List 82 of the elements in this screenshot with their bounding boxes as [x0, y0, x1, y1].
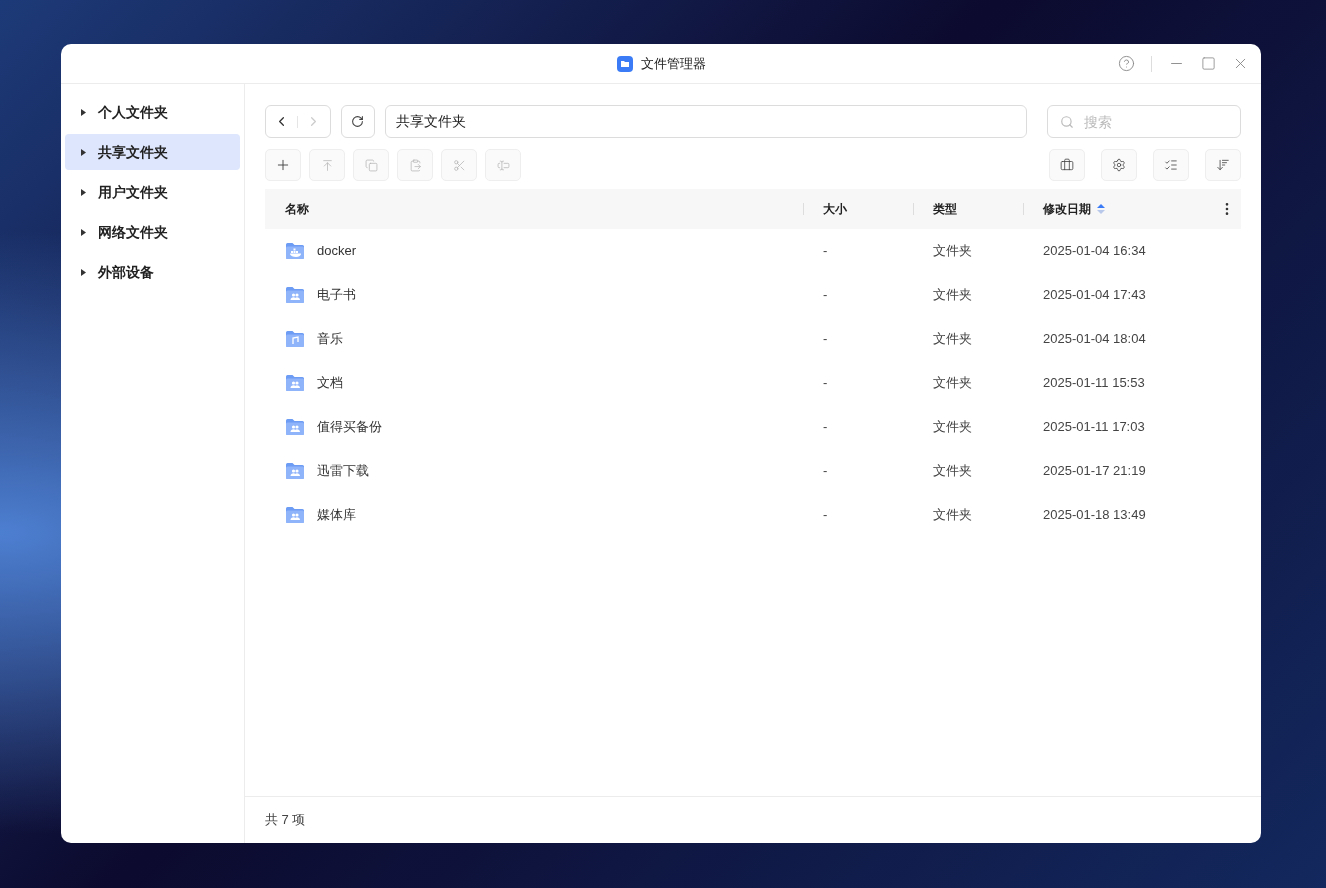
folder-icon — [285, 417, 305, 437]
toolbox-button[interactable] — [1049, 149, 1085, 181]
file-size: - — [823, 287, 828, 303]
settings-icon — [1112, 158, 1126, 172]
expand-caret-icon[interactable] — [81, 268, 86, 276]
file-row[interactable]: 文档 - 文件夹 2025-01-11 15:53 — [265, 361, 1241, 405]
modified-date: 2025-01-04 17:43 — [1043, 287, 1146, 303]
item-count: 共 7 项 — [265, 811, 306, 830]
modified-date: 2025-01-11 15:53 — [1043, 375, 1145, 391]
column-header[interactable]: 大小 — [823, 200, 847, 218]
file-type: 文件夹 — [933, 243, 972, 259]
file-name: 电子书 — [317, 286, 356, 305]
folder-icon — [285, 505, 305, 525]
file-type: 文件夹 — [933, 287, 972, 303]
file-row[interactable]: 电子书 - 文件夹 2025-01-04 17:43 — [265, 273, 1241, 317]
scissors-icon — [452, 158, 466, 172]
modified-date: 2025-01-04 16:34 — [1043, 243, 1146, 259]
plus-icon — [275, 157, 291, 173]
file-row[interactable]: 媒体库 - 文件夹 2025-01-18 13:49 — [265, 493, 1241, 537]
modified-date: 2025-01-11 17:03 — [1043, 419, 1145, 435]
file-row[interactable]: 迅雷下载 - 文件夹 2025-01-17 21:19 — [265, 449, 1241, 493]
sidebar-item[interactable]: 共享文件夹 — [65, 134, 240, 170]
app-folder-icon — [616, 55, 633, 72]
folder-icon — [285, 329, 305, 349]
expand-caret-icon[interactable] — [81, 188, 86, 196]
folder-icon — [285, 461, 305, 481]
paste-icon — [408, 158, 422, 172]
folder-icon — [285, 285, 305, 305]
sort-button[interactable] — [1205, 149, 1241, 181]
file-type: 文件夹 — [933, 463, 972, 479]
sort-ascending-icon[interactable] — [1097, 204, 1105, 214]
view-button[interactable] — [1153, 149, 1189, 181]
modified-date: 2025-01-04 18:04 — [1043, 331, 1146, 347]
expand-caret-icon[interactable] — [81, 108, 86, 116]
upload-icon — [320, 158, 334, 172]
file-size: - — [823, 463, 828, 479]
file-row[interactable]: 音乐 - 文件夹 2025-01-04 18:04 — [265, 317, 1241, 361]
sidebar-item[interactable]: 用户文件夹 — [65, 174, 240, 210]
list-icon — [1164, 158, 1178, 172]
file-size: - — [823, 507, 828, 523]
file-name: 文档 — [317, 374, 343, 393]
file-type: 文件夹 — [933, 507, 972, 523]
refresh-icon — [351, 115, 365, 128]
file-type: 文件夹 — [933, 419, 972, 435]
column-header[interactable]: 修改日期 — [1043, 200, 1091, 218]
refresh-button[interactable] — [340, 105, 376, 138]
file-size: - — [823, 419, 828, 435]
file-size: - — [823, 243, 828, 259]
file-size: - — [823, 331, 828, 347]
column-header[interactable]: 类型 — [933, 200, 957, 218]
path-field[interactable]: 共享文件夹 — [385, 105, 1027, 138]
modified-date: 2025-01-17 21:19 — [1043, 463, 1146, 479]
maximize-icon[interactable] — [1201, 56, 1216, 71]
sidebar-item[interactable]: 网络文件夹 — [65, 214, 240, 250]
file-row[interactable]: 值得买备份 - 文件夹 2025-01-11 17:03 — [265, 405, 1241, 449]
search-icon — [1060, 115, 1074, 129]
sidebar-item[interactable]: 个人文件夹 — [65, 94, 240, 130]
sidebar-item[interactable]: 外部设备 — [65, 254, 240, 290]
file-name: 值得买备份 — [317, 418, 382, 437]
rename-icon — [496, 158, 510, 172]
file-name: docker — [317, 242, 357, 261]
search-field[interactable]: 搜索 — [1047, 105, 1241, 138]
modified-date: 2025-01-18 13:49 — [1043, 507, 1146, 523]
file-row[interactable]: docker - 文件夹 2025-01-04 16:34 — [265, 229, 1241, 273]
sort-icon — [1216, 158, 1230, 172]
folder-icon — [285, 373, 305, 393]
file-name: 迅雷下载 — [317, 462, 369, 481]
settings-button[interactable] — [1101, 149, 1137, 181]
copy-icon — [364, 158, 378, 172]
file-name: 媒体库 — [317, 506, 356, 525]
expand-caret-icon[interactable] — [81, 148, 86, 156]
file-type: 文件夹 — [933, 375, 972, 391]
help-icon[interactable] — [1118, 55, 1135, 72]
folder-icon — [285, 241, 305, 261]
file-type: 文件夹 — [933, 331, 972, 347]
expand-caret-icon[interactable] — [81, 228, 86, 236]
new-button[interactable] — [265, 149, 301, 181]
briefcase-icon — [1060, 158, 1074, 172]
file-name: 音乐 — [317, 330, 343, 349]
file-size: - — [823, 375, 828, 391]
column-header[interactable]: 名称 — [285, 200, 309, 218]
window-title: 文件管理器 — [640, 54, 706, 73]
